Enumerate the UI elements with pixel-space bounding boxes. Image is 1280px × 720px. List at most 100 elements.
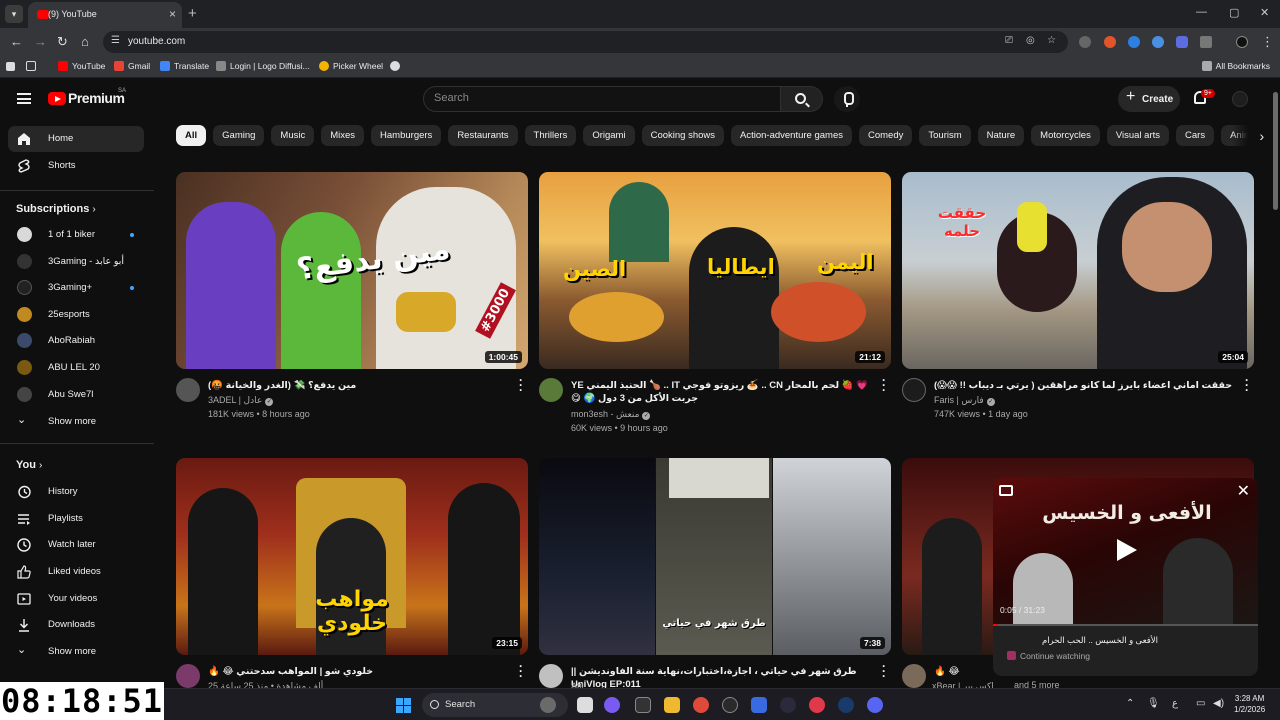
video-menu-icon[interactable]: · · · xyxy=(516,660,526,682)
chip-visual-arts[interactable]: Visual arts xyxy=(1106,125,1170,146)
sidebar-item-history[interactable]: History xyxy=(8,479,144,505)
close-window-icon[interactable]: ✕ xyxy=(1260,6,1269,19)
extensions-puzzle-icon[interactable] xyxy=(1200,36,1212,48)
steam-icon[interactable] xyxy=(838,697,854,713)
sidebar-sub-3gaming[interactable]: 3Gaming - أبو عابد xyxy=(8,249,144,275)
tab-search-dropdown[interactable]: ▾ xyxy=(5,5,23,23)
sidebar-sub-abu-swe7l[interactable]: Abu Swe7l xyxy=(8,382,144,408)
subscriptions-heading[interactable]: Subscriptions › xyxy=(16,203,96,215)
scrollbar-thumb[interactable] xyxy=(1273,92,1278,210)
store-icon[interactable] xyxy=(635,697,651,713)
app-diamond-icon[interactable] xyxy=(751,697,767,713)
display-tray-icon[interactable]: ▭ xyxy=(1196,698,1205,709)
language-tray-icon[interactable]: ع xyxy=(1172,698,1178,709)
sidebar-sub-aborabiah[interactable]: AboRabiah xyxy=(8,328,144,354)
profile-icon[interactable] xyxy=(1236,36,1248,48)
bookmark-apps-icon[interactable] xyxy=(6,61,19,71)
video-title[interactable]: حققت اماني اعضاء بايرز لما كانو مراهقين … xyxy=(934,379,1234,392)
continue-watching[interactable]: Continue watching xyxy=(1007,651,1090,661)
video-channel[interactable]: Faris | فارس ✓ xyxy=(934,395,995,406)
windows-start-icon[interactable] xyxy=(396,698,411,713)
you-heading[interactable]: You › xyxy=(16,459,42,471)
extension-shield-icon[interactable] xyxy=(1152,36,1164,48)
bookmark-translate[interactable]: Translate xyxy=(160,61,209,71)
sidebar-item-your-videos[interactable]: Your videos xyxy=(8,586,144,612)
minimize-icon[interactable]: — xyxy=(1196,6,1207,18)
chip-thrillers[interactable]: Thrillers xyxy=(524,125,577,146)
chip-music[interactable]: Music xyxy=(271,125,315,146)
video-title[interactable]: مين يدفع؟ 💸 (الغدر والخيانة 🤬) xyxy=(208,379,508,392)
tab-close-icon[interactable]: × xyxy=(169,7,176,21)
miniplayer-progress-bar[interactable] xyxy=(993,624,1258,626)
chip-cars[interactable]: Cars xyxy=(1176,125,1215,146)
system-clock[interactable]: 3:28 AM 1/2/2026 xyxy=(1234,693,1265,715)
tray-chevron-icon[interactable]: ⌃ xyxy=(1126,698,1134,709)
video-menu-icon[interactable]: · · · xyxy=(879,660,889,682)
chips-next-chevron-icon[interactable]: › xyxy=(1232,125,1268,149)
extension-flame-icon[interactable] xyxy=(1104,36,1116,48)
video-thumbnail[interactable]: مواهب خلودي 23:15 xyxy=(176,458,528,655)
sidebar-item-shorts[interactable]: Shorts xyxy=(8,153,144,179)
video-thumbnail[interactable]: اليمن ايطاليا الصين 21:12 xyxy=(539,172,891,369)
extension-gamepad-icon[interactable] xyxy=(1079,36,1091,48)
voice-search-icon[interactable] xyxy=(834,86,860,112)
home-browser-icon[interactable]: ⌂ xyxy=(81,34,89,49)
app-grid-icon[interactable] xyxy=(780,697,796,713)
chip-mixes[interactable]: Mixes xyxy=(321,125,365,146)
bookmark-logo-diffusion[interactable]: Login | Logo Diffusi... xyxy=(216,61,310,71)
create-button[interactable]: + Create xyxy=(1118,86,1180,112)
play-icon[interactable] xyxy=(1117,539,1137,561)
microphone-tray-icon[interactable]: 🎙 xyxy=(1147,698,1160,709)
browser-tab[interactable]: (9) YouTube × xyxy=(28,2,182,28)
search-input[interactable] xyxy=(434,92,764,104)
all-bookmarks[interactable]: All Bookmarks xyxy=(1201,61,1270,71)
miniplayer[interactable]: الأفعى و الخسيس ✕ 0:05 / 31:23 الأفعى و … xyxy=(993,478,1258,676)
chip-hamburgers[interactable]: Hamburgers xyxy=(371,125,442,146)
volume-tray-icon[interactable]: ◀) xyxy=(1213,698,1224,709)
sidebar-item-liked-videos[interactable]: Liked videos xyxy=(8,559,144,585)
video-menu-icon[interactable]: · · · xyxy=(516,374,526,396)
video-thumbnail[interactable]: مين يدفع؟ #3000 1:00:45 xyxy=(176,172,528,369)
chip-tourism[interactable]: Tourism xyxy=(919,125,971,146)
channel-avatar[interactable] xyxy=(176,664,200,688)
bookmark-star-icon[interactable]: ☆ xyxy=(1047,35,1056,46)
video-menu-icon[interactable]: · · · xyxy=(1242,374,1252,396)
sidebar-item-downloads[interactable]: Downloads xyxy=(8,612,144,638)
browser-menu-icon[interactable]: ⋮ xyxy=(1261,34,1274,50)
sidebar-sub-25esports[interactable]: 25esports xyxy=(8,302,144,328)
account-avatar[interactable] xyxy=(1232,91,1248,107)
chip-origami[interactable]: Origami xyxy=(583,125,635,146)
video-thumbnail[interactable]: طرق شهر في حياتي 7:38 xyxy=(539,458,891,655)
bookmark-youtube[interactable]: YouTube xyxy=(58,61,105,71)
video-channel[interactable]: mon3esh - منعش ✓ xyxy=(571,409,651,420)
bookmark-gmail[interactable]: Gmail xyxy=(114,61,150,71)
chrome-icon[interactable] xyxy=(693,697,709,713)
video-menu-icon[interactable]: · · · xyxy=(879,374,889,396)
maximize-icon[interactable]: ▢ xyxy=(1229,6,1239,19)
sidebar-item-home[interactable]: Home xyxy=(8,126,144,152)
sidebar-item-watch-later[interactable]: Watch later xyxy=(8,532,144,558)
channel-avatar[interactable] xyxy=(902,378,926,402)
channel-avatar[interactable] xyxy=(902,664,926,688)
omnibox[interactable]: ☰ youtube.com ⎚ ◎ ☆ xyxy=(103,31,1068,53)
forward-icon[interactable]: → xyxy=(34,34,47,49)
chip-action-adventure[interactable]: Action-adventure games xyxy=(731,125,852,146)
sidebar-show-more[interactable]: ⌄ Show more xyxy=(8,409,144,435)
close-miniplayer-icon[interactable]: ✕ xyxy=(1237,481,1250,501)
chip-comedy[interactable]: Comedy xyxy=(859,125,913,146)
sidebar-you-show-more[interactable]: ⌄ Show more xyxy=(8,639,144,665)
guide-menu-icon[interactable] xyxy=(17,93,31,104)
chip-all[interactable]: All xyxy=(176,125,207,146)
chip-motorcycles[interactable]: Motorcycles xyxy=(1031,125,1100,146)
app-icon[interactable] xyxy=(722,697,738,713)
channel-avatar[interactable] xyxy=(539,664,563,688)
youtube-logo-icon[interactable] xyxy=(48,92,66,105)
new-tab-button[interactable]: + xyxy=(188,5,197,22)
hide-icon[interactable]: ◎ xyxy=(1026,35,1035,46)
chip-restaurants[interactable]: Restaurants xyxy=(448,125,518,146)
sidebar-sub-abu-lel-20[interactable]: ABU LEL 20 xyxy=(8,355,144,381)
bookmark-globe-icon[interactable] xyxy=(390,61,404,71)
extension-blue-icon[interactable] xyxy=(1128,36,1140,48)
media-player-icon[interactable] xyxy=(809,697,825,713)
channel-avatar[interactable] xyxy=(539,378,563,402)
